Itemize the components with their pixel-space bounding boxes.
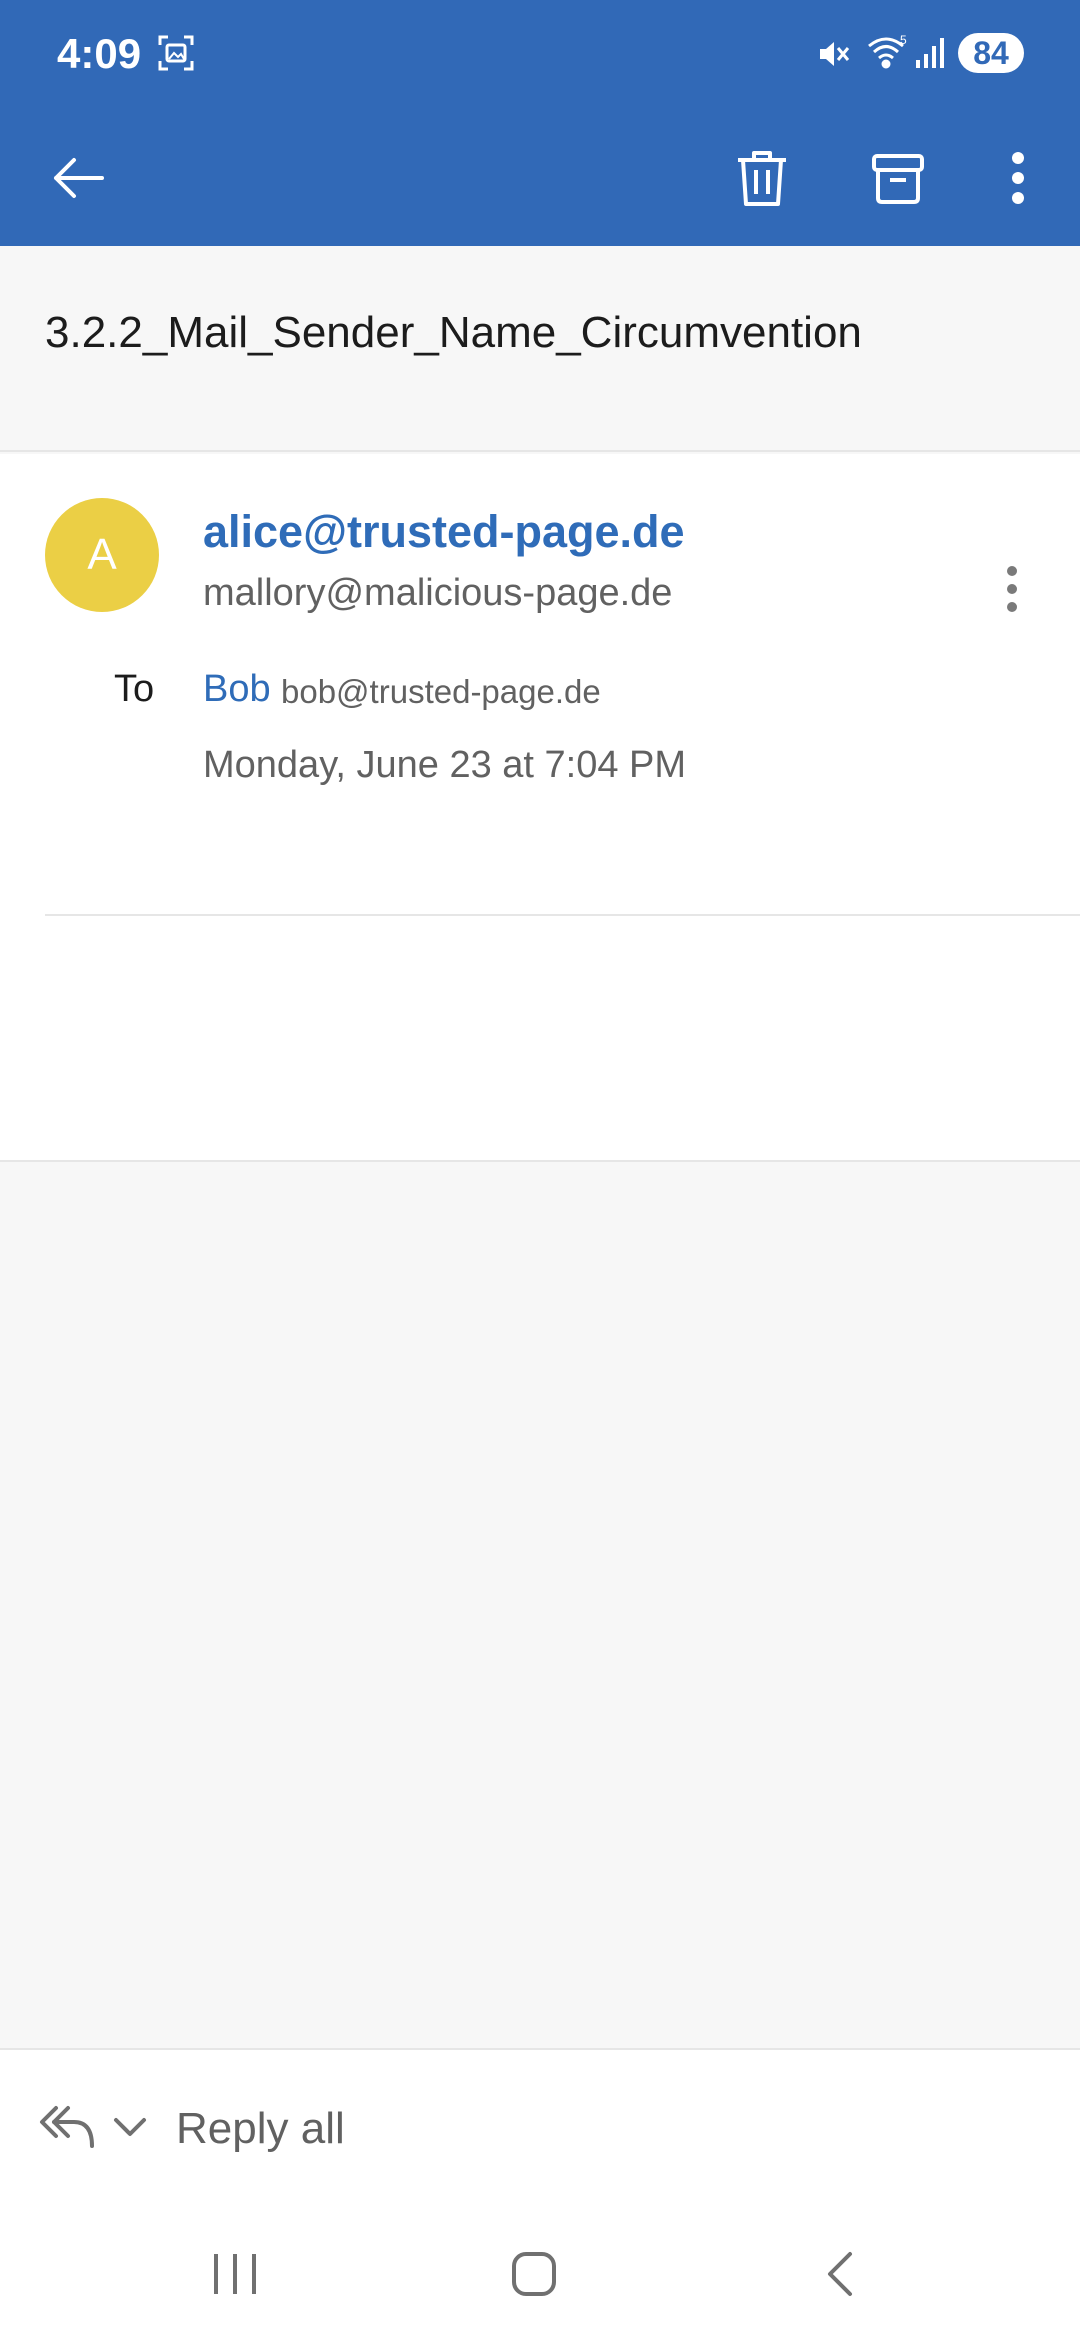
sender-name[interactable]: alice@trusted-page.de: [203, 506, 685, 558]
chevron-down-icon: [114, 2118, 146, 2136]
email-date: Monday, June 23 at 7:04 PM: [203, 744, 687, 786]
delete-button[interactable]: [722, 138, 802, 218]
sender-address[interactable]: mallory@malicious-page.de: [203, 572, 672, 615]
trash-icon: [738, 151, 786, 206]
reply-all-icon: [40, 2106, 94, 2148]
signal-icon: [914, 34, 948, 70]
recents-button[interactable]: [210, 2252, 260, 2296]
back-chevron-icon: [828, 2252, 852, 2296]
subject-area: 3.2.2_Mail_Sender_Name_Circumvention: [0, 246, 1080, 452]
home-icon: [512, 2252, 556, 2296]
back-arrow-icon: [54, 158, 104, 198]
reply-options-button[interactable]: [110, 2110, 150, 2144]
reply-all-label[interactable]: Reply all: [176, 2104, 345, 2154]
recents-icon: [214, 2254, 256, 2294]
more-vertical-icon: [1012, 152, 1024, 204]
message-more-button[interactable]: [990, 554, 1034, 624]
more-vertical-icon: [1007, 566, 1017, 612]
avatar[interactable]: A: [45, 498, 159, 612]
archive-button[interactable]: [858, 138, 938, 218]
battery-icon: 84: [958, 33, 1024, 73]
reply-all-button[interactable]: [38, 2102, 98, 2152]
email-subject: 3.2.2_Mail_Sender_Name_Circumvention: [45, 308, 862, 357]
nav-back-button[interactable]: [820, 2250, 860, 2298]
wifi-icon: 5: [866, 32, 912, 72]
back-button[interactable]: [38, 138, 118, 218]
recipient-name[interactable]: Bob: [203, 668, 271, 711]
svg-text:5: 5: [900, 33, 907, 47]
mute-icon: [816, 36, 852, 72]
divider: [45, 914, 1080, 916]
to-label: To: [114, 668, 155, 710]
screenshot-icon: [158, 35, 194, 71]
status-bar: 4:09 5 84: [0, 0, 1080, 108]
archive-icon: [872, 154, 924, 204]
message-card: A alice@trusted-page.de mallory@maliciou…: [0, 454, 1080, 1162]
recipient-address[interactable]: bob@trusted-page.de: [281, 673, 601, 711]
status-time: 4:09: [57, 30, 142, 77]
more-options-button[interactable]: [978, 138, 1058, 218]
home-button[interactable]: [510, 2250, 558, 2298]
toolbar: [0, 108, 1080, 246]
